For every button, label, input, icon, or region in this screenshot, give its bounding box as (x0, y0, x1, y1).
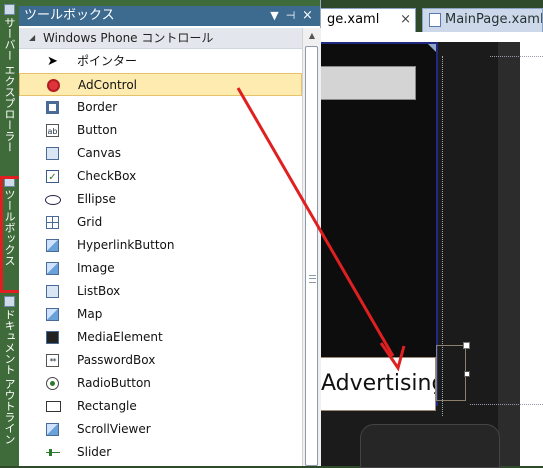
toolbox-item-rectangle[interactable]: Rectangle (19, 395, 302, 418)
phone-hardware-buttons (360, 424, 500, 468)
item-label: Image (77, 261, 115, 275)
tab-toolbox[interactable]: ツールボックス (0, 176, 19, 296)
mediaelement-icon (46, 331, 59, 344)
design-surface[interactable]: Advertising (320, 32, 543, 468)
section-label: Windows Phone コントロール (43, 31, 214, 45)
toolbox-section-header[interactable]: ◢ Windows Phone コントロール (19, 28, 302, 49)
toolbox-item-slider[interactable]: Slider (19, 441, 302, 464)
toolbox-item-pointer[interactable]: ➤ ポインター (19, 50, 302, 73)
canvas-icon (46, 147, 59, 160)
phone-frame-edge (498, 42, 520, 466)
panel-title: ツールボックス (24, 8, 115, 23)
listbox-icon (46, 285, 59, 298)
item-label: AdControl (78, 78, 137, 92)
item-label: Ellipse (77, 192, 116, 206)
tab-document-outline[interactable]: ドキュメント アウトライン (0, 296, 19, 466)
item-label: ListBox (77, 284, 121, 298)
window-position-dropdown-icon[interactable]: ▼ (267, 8, 282, 23)
alignment-guide (470, 404, 543, 406)
hyperlinkbutton-icon (46, 239, 59, 252)
document-tabs: ge.xaml × MainPage.xaml.c (320, 8, 543, 32)
radiobutton-icon (46, 377, 59, 390)
item-label: ポインター (77, 54, 138, 68)
close-icon[interactable]: × (400, 9, 411, 31)
item-label: Rectangle (77, 399, 137, 413)
toolbox-item-scrollviewer[interactable]: ScrollViewer (19, 418, 302, 441)
pointer-icon: ➤ (47, 54, 58, 69)
item-label: Grid (77, 215, 103, 229)
resize-handle[interactable] (464, 371, 470, 377)
button-icon: ab (46, 124, 59, 137)
toolbox-titlebar[interactable]: ツールボックス ▼ ⊣ × (19, 6, 320, 26)
tab-label: サーバー エクスプローラー (3, 17, 16, 153)
toolbox-item-mediaelement[interactable]: MediaElement (19, 326, 302, 349)
toolbox-item-border[interactable]: Border (19, 96, 302, 119)
pin-icon[interactable]: ⊣ (283, 8, 298, 23)
item-label: Canvas (77, 146, 122, 160)
dock-strip: サーバー エクスプローラー ツールボックス ドキュメント アウトライン (0, 0, 20, 466)
toolbox-panel: ツールボックス ▼ ⊣ × ◢ Windows Phone コントロール ➤ ポイ… (19, 0, 321, 466)
slider-icon (46, 446, 60, 459)
textbox-control[interactable] (320, 66, 416, 100)
selection-outline (436, 345, 466, 401)
map-icon (46, 308, 59, 321)
item-label: CheckBox (77, 169, 137, 183)
tab-label: MainPage.xaml.c (445, 12, 543, 27)
toolbox-scrollbar[interactable]: ▲ (302, 28, 321, 466)
scroll-up-arrow-icon[interactable]: ▲ (303, 28, 321, 44)
designer-editor: ge.xaml × MainPage.xaml.c Advertising (320, 0, 543, 468)
alignment-guide (442, 56, 444, 416)
item-label: RadioButton (77, 376, 151, 390)
item-label: MediaElement (77, 330, 163, 344)
checkbox-icon: ✓ (46, 170, 59, 183)
scrollviewer-icon (46, 423, 59, 436)
toolbox-item-map[interactable]: Map (19, 303, 302, 326)
collapse-triangle-icon[interactable]: ◢ (29, 28, 35, 48)
resize-handle[interactable] (463, 342, 470, 349)
document-outline-icon (3, 296, 15, 307)
toolbox-item-hyperlinkbutton[interactable]: HyperlinkButton (19, 234, 302, 257)
passwordbox-icon: ** (46, 354, 59, 367)
close-icon[interactable]: × (300, 8, 315, 23)
alignment-guide (490, 56, 543, 58)
file-icon (429, 12, 441, 27)
toolbox-item-passwordbox[interactable]: ** PasswordBox (19, 349, 302, 372)
toolbox-item-list: ➤ ポインター AdControl Border ab Button Canvas … (19, 50, 302, 464)
grid-icon (46, 216, 59, 229)
ad-control-preview[interactable]: Advertising (320, 357, 436, 411)
rectangle-icon (46, 401, 61, 412)
scrollbar-thumb[interactable] (305, 46, 318, 466)
ellipse-icon (45, 195, 61, 205)
tab-server-explorer[interactable]: サーバー エクスプローラー (0, 4, 19, 180)
toolbox-item-grid[interactable]: Grid (19, 211, 302, 234)
item-label: Border (77, 100, 118, 114)
item-label: Map (77, 307, 103, 321)
item-label: Button (77, 123, 118, 137)
item-label: Slider (77, 445, 112, 459)
adcontrol-icon (47, 79, 60, 92)
server-explorer-icon (3, 4, 15, 15)
toolbox-item-checkbox[interactable]: ✓ CheckBox (19, 165, 302, 188)
tab-label: ドキュメント アウトライン (3, 309, 16, 445)
scroll-grip-icon (309, 275, 316, 283)
toolbox-icon (3, 176, 15, 187)
item-label: PasswordBox (77, 353, 156, 367)
item-label: ScrollViewer (77, 422, 151, 436)
toolbox-item-radiobutton[interactable]: RadioButton (19, 372, 302, 395)
tab-mainpage-xaml[interactable]: ge.xaml × (320, 8, 416, 32)
tab-label: ge.xaml (327, 12, 380, 27)
phone-screen[interactable]: Advertising (320, 42, 438, 411)
toolbox-item-canvas[interactable]: Canvas (19, 142, 302, 165)
border-icon (46, 101, 59, 114)
toolbox-item-image[interactable]: Image (19, 257, 302, 280)
toolbox-item-listbox[interactable]: ListBox (19, 280, 302, 303)
page-corner-marker (428, 44, 436, 52)
item-label: HyperlinkButton (77, 238, 175, 252)
toolbox-item-button[interactable]: ab Button (19, 119, 302, 142)
toolbox-item-adcontrol[interactable]: AdControl (19, 73, 302, 96)
tab-mainpage-xaml-cs[interactable]: MainPage.xaml.c (422, 8, 543, 32)
toolbox-item-ellipse[interactable]: Ellipse (19, 188, 302, 211)
image-icon (46, 262, 59, 275)
tab-label: ツールボックス (3, 189, 16, 266)
